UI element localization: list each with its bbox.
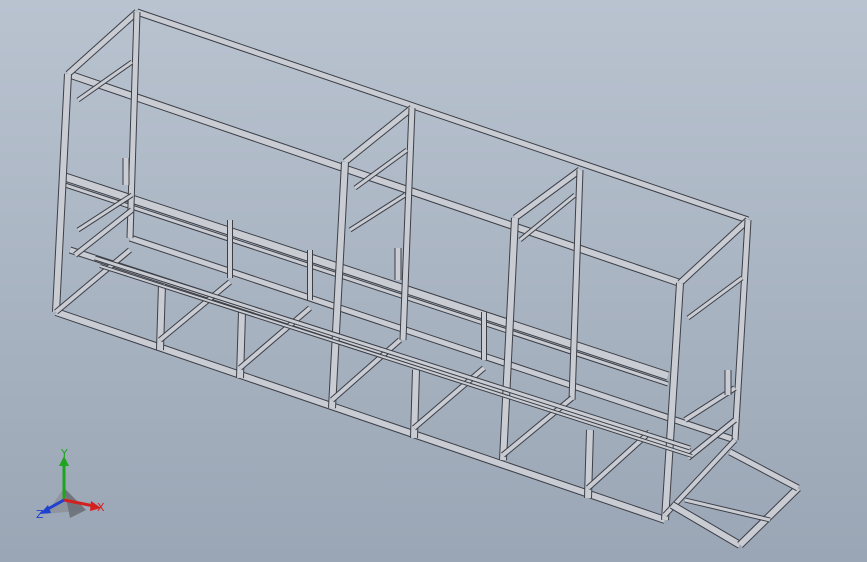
top-front-rail[interactable] xyxy=(66,70,682,287)
front-post-3[interactable] xyxy=(499,217,519,461)
back-post-3[interactable] xyxy=(568,169,584,401)
back-post-right[interactable] xyxy=(731,219,752,441)
top-back-rail[interactable] xyxy=(135,8,750,224)
mid-brace-2[interactable] xyxy=(348,192,407,233)
front-post-2[interactable] xyxy=(328,161,349,409)
top-cross-2[interactable] xyxy=(512,167,583,221)
y-axis-label: Y xyxy=(60,448,68,460)
right-end-brace-1[interactable] xyxy=(686,275,744,321)
z-axis-label: Z xyxy=(36,508,44,521)
frame-model[interactable] xyxy=(0,0,867,562)
back-post-2[interactable] xyxy=(399,107,416,341)
graphics-viewport[interactable]: Y X Z xyxy=(0,0,867,562)
left-end-brace-3[interactable] xyxy=(73,207,134,258)
top-right-end[interactable] xyxy=(677,217,751,286)
tray-back[interactable] xyxy=(728,448,800,492)
mid-brace-3[interactable] xyxy=(518,193,577,242)
front-post-left[interactable] xyxy=(52,73,72,313)
reference-triad: Y X Z xyxy=(36,448,105,521)
front-post-right[interactable] xyxy=(661,282,684,521)
x-axis-label: X xyxy=(97,501,105,514)
